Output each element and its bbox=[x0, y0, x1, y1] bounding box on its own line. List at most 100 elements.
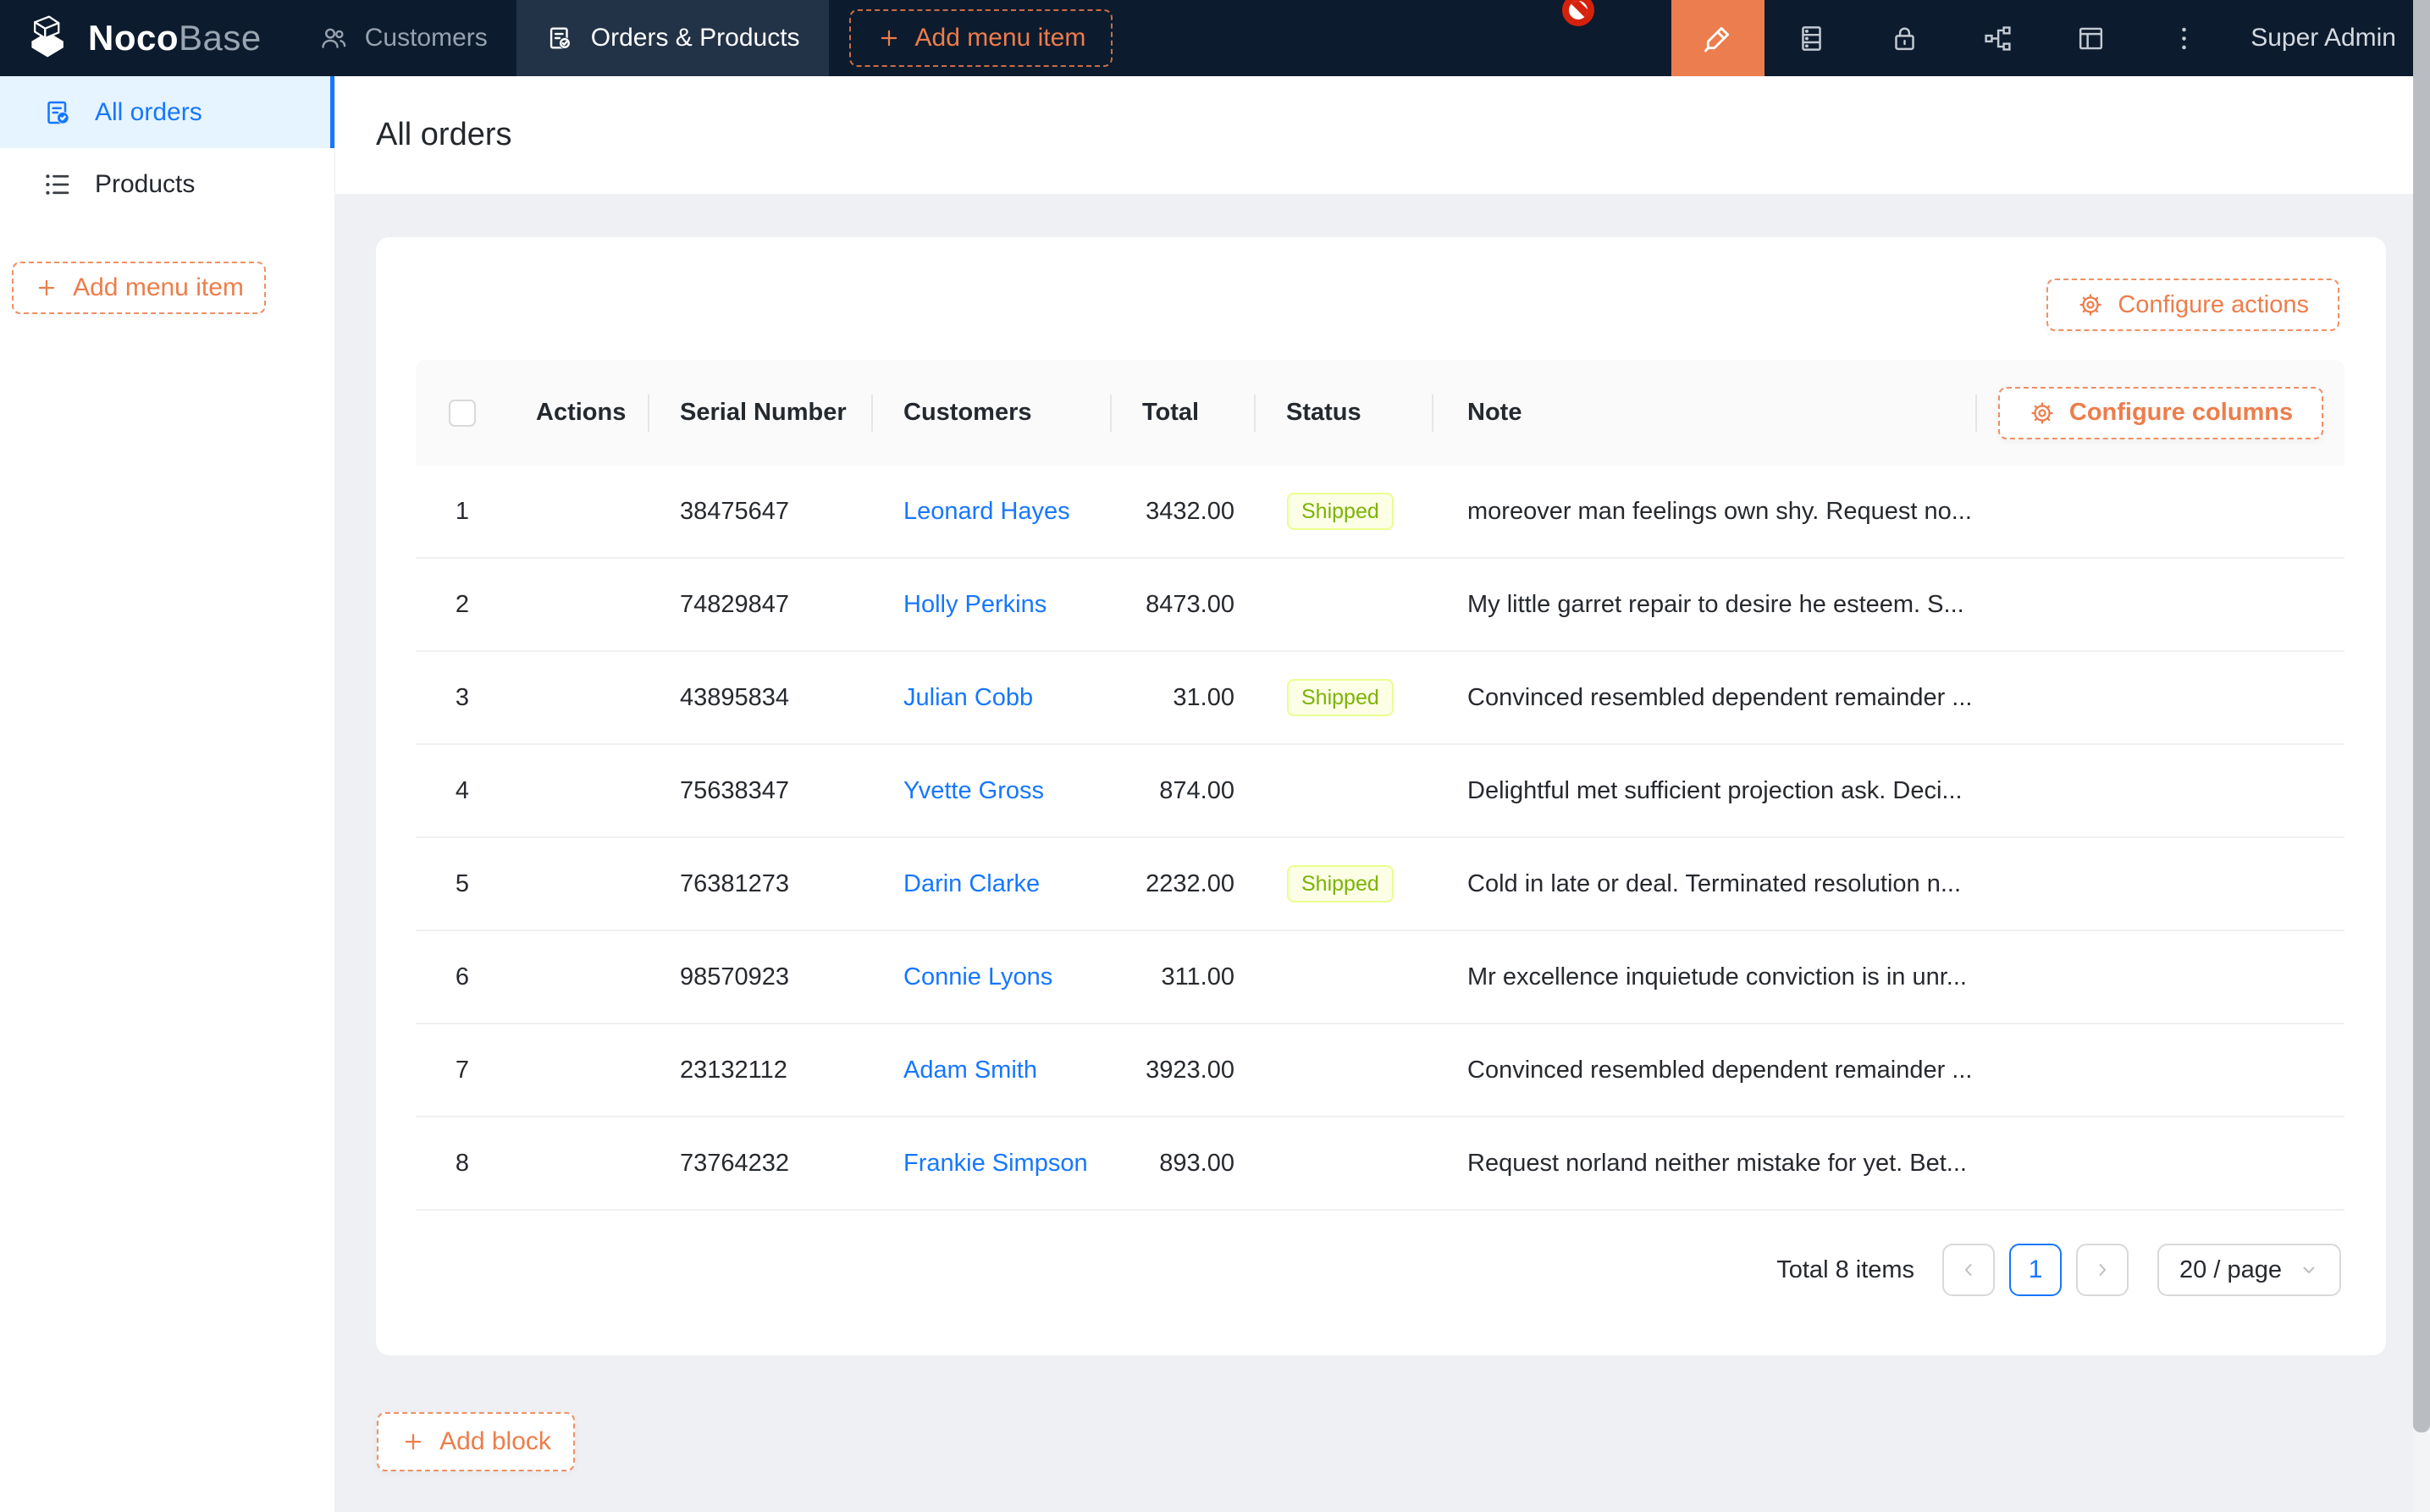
gear-icon bbox=[2077, 291, 2104, 318]
lock-icon[interactable] bbox=[1858, 0, 1951, 76]
customer-link[interactable]: Leonard Hayes bbox=[903, 498, 1070, 525]
cell-total: 893.00 bbox=[1112, 1150, 1256, 1178]
orders-table-card: Configure actions Actions Serial Number … bbox=[376, 237, 2386, 1355]
cell-note: Cold in late or deal. Terminated resolut… bbox=[1433, 870, 1977, 898]
team-icon bbox=[319, 24, 348, 52]
header-cell-select-all bbox=[416, 360, 509, 466]
sidebar-item-all-orders[interactable]: All orders bbox=[0, 76, 334, 148]
cell-customer: Darin Clarke bbox=[873, 870, 1112, 898]
table-row[interactable]: 6 98570923 Connie Lyons 311.00 Mr excell… bbox=[416, 931, 2344, 1024]
cell-total: 3923.00 bbox=[1112, 1057, 1256, 1084]
configure-actions-button[interactable]: Configure actions bbox=[2046, 279, 2339, 331]
sidebar-item-products[interactable]: Products bbox=[0, 148, 334, 220]
customer-link[interactable]: Frankie Simpson bbox=[903, 1150, 1088, 1177]
user-menu[interactable]: Super Admin bbox=[2251, 24, 2396, 52]
page-number-button[interactable]: 1 bbox=[2009, 1244, 2062, 1296]
customer-link[interactable]: Julian Cobb bbox=[903, 684, 1033, 711]
cell-total: 2232.00 bbox=[1112, 870, 1256, 898]
table-row[interactable]: 5 76381273 Darin Clarke 2232.00 Shipped … bbox=[416, 838, 2344, 931]
cell-customer: Holly Perkins bbox=[873, 591, 1112, 619]
cell-total: 8473.00 bbox=[1112, 591, 1256, 619]
customer-link[interactable]: Yvette Gross bbox=[903, 777, 1044, 804]
cell-serial-number: 38475647 bbox=[649, 498, 873, 526]
page-header: All orders bbox=[335, 76, 2413, 194]
table-row[interactable]: 8 73764232 Frankie Simpson 893.00 Reques… bbox=[416, 1117, 2344, 1211]
row-index: 6 bbox=[416, 963, 509, 991]
nav-item-orders-products[interactable]: Orders & Products bbox=[516, 0, 829, 76]
form-icon bbox=[42, 97, 73, 128]
chevron-left-icon bbox=[1958, 1260, 1979, 1280]
row-index: 2 bbox=[416, 591, 509, 619]
cell-total: 3432.00 bbox=[1112, 498, 1256, 526]
cell-note: My little garret repair to desire he est… bbox=[1433, 591, 1977, 619]
navbar-right: Super Admin bbox=[1671, 0, 2413, 76]
navbar-add-menu-item-button[interactable]: Add menu item bbox=[849, 9, 1113, 67]
orders-table: Actions Serial Number Customers Total St… bbox=[416, 360, 2344, 1211]
database-icon[interactable] bbox=[1765, 0, 1858, 76]
sidebar-item-label: Products bbox=[95, 170, 195, 199]
cell-customer: Frankie Simpson bbox=[873, 1150, 1112, 1178]
cell-status: Shipped bbox=[1256, 493, 1433, 530]
cell-note: moreover man feelings own shy. Request n… bbox=[1433, 498, 1977, 526]
ui-editor-button[interactable] bbox=[1671, 0, 1765, 76]
table-row[interactable]: 3 43895834 Julian Cobb 31.00 Shipped Con… bbox=[416, 652, 2344, 745]
partition-icon[interactable] bbox=[1951, 0, 2044, 76]
page-scrollbar bbox=[2413, 0, 2430, 1512]
header-cell-customers: Customers bbox=[873, 360, 1112, 466]
cell-customer: Connie Lyons bbox=[873, 963, 1112, 991]
nav-item-label: Orders & Products bbox=[591, 24, 800, 52]
table-header-row: Actions Serial Number Customers Total St… bbox=[416, 360, 2344, 466]
table-row[interactable]: 2 74829847 Holly Perkins 8473.00 My litt… bbox=[416, 559, 2344, 652]
navbar-menu: Customers Orders & Products bbox=[290, 0, 829, 76]
cell-status: Shipped bbox=[1256, 679, 1433, 716]
more-vertical-icon[interactable] bbox=[2137, 0, 2230, 76]
nav-item-label: Customers bbox=[365, 24, 488, 52]
header-cell-configure: Configure columns bbox=[1977, 360, 2344, 466]
select-all-checkbox[interactable] bbox=[449, 400, 476, 427]
layout-icon[interactable] bbox=[2044, 0, 2137, 76]
row-index: 8 bbox=[416, 1150, 509, 1178]
cell-customer: Yvette Gross bbox=[873, 777, 1112, 805]
plus-icon bbox=[34, 275, 59, 301]
pagination-total: Total 8 items bbox=[1776, 1256, 1914, 1284]
customer-link[interactable]: Adam Smith bbox=[903, 1057, 1037, 1084]
cell-customer: Leonard Hayes bbox=[873, 498, 1112, 526]
next-page-button[interactable] bbox=[2076, 1244, 2129, 1296]
status-tag: Shipped bbox=[1287, 679, 1394, 716]
table-row[interactable]: 1 38475647 Leonard Hayes 3432.00 Shipped… bbox=[416, 466, 2344, 559]
form-icon bbox=[545, 24, 574, 52]
cell-serial-number: 23132112 bbox=[649, 1057, 873, 1084]
customer-link[interactable]: Holly Perkins bbox=[903, 591, 1047, 618]
row-index: 7 bbox=[416, 1057, 509, 1084]
plus-icon bbox=[876, 25, 902, 51]
cell-note: Mr excellence inquietude conviction is i… bbox=[1433, 963, 1977, 991]
cell-note: Request norland neither mistake for yet.… bbox=[1433, 1150, 1977, 1178]
table-row[interactable]: 4 75638347 Yvette Gross 874.00 Delightfu… bbox=[416, 745, 2344, 838]
cell-note: Convinced resembled dependent remainder … bbox=[1433, 1057, 1977, 1084]
cell-serial-number: 74829847 bbox=[649, 591, 873, 619]
cell-total: 311.00 bbox=[1112, 963, 1256, 991]
top-navbar: NocoBase Customers bbox=[0, 0, 2413, 76]
customer-link[interactable]: Connie Lyons bbox=[903, 963, 1052, 991]
prev-page-button[interactable] bbox=[1942, 1244, 1995, 1296]
pagination: Total 8 items 1 20 / page bbox=[1776, 1244, 2341, 1296]
page-size-select[interactable]: 20 / page bbox=[2157, 1244, 2341, 1296]
table-row[interactable]: 7 23132112 Adam Smith 3923.00 Convinced … bbox=[416, 1024, 2344, 1117]
configure-columns-button[interactable]: Configure columns bbox=[1998, 387, 2323, 439]
cell-note: Convinced resembled dependent remainder … bbox=[1433, 684, 1977, 712]
nav-item-customers[interactable]: Customers bbox=[290, 0, 516, 76]
scrollbar-thumb[interactable] bbox=[2413, 0, 2430, 1432]
highlighter-icon bbox=[1701, 21, 1735, 55]
brand-text: NocoBase bbox=[88, 18, 262, 58]
header-cell-status: Status bbox=[1256, 360, 1433, 466]
cell-total: 874.00 bbox=[1112, 777, 1256, 805]
customer-link[interactable]: Darin Clarke bbox=[903, 870, 1040, 897]
header-cell-note: Note bbox=[1433, 360, 1977, 466]
cell-serial-number: 75638347 bbox=[649, 777, 873, 805]
chevron-down-icon bbox=[2299, 1260, 2319, 1280]
add-block-button[interactable]: Add block bbox=[377, 1412, 575, 1471]
cell-customer: Julian Cobb bbox=[873, 684, 1112, 712]
row-index: 5 bbox=[416, 870, 509, 898]
sidebar-add-menu-item-button[interactable]: Add menu item bbox=[12, 262, 266, 314]
status-tag: Shipped bbox=[1287, 865, 1394, 902]
